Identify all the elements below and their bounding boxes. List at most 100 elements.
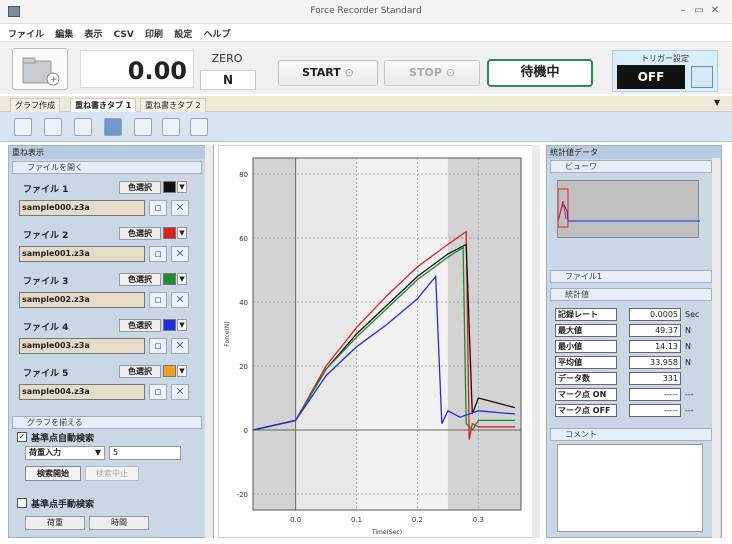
open-folder-button[interactable]: + (12, 48, 68, 90)
file-5-label: ファイル 5 (23, 369, 69, 379)
select-area-icon[interactable] (74, 118, 92, 136)
stat-unit: --- (685, 406, 694, 415)
file-3-label: ファイル 3 (23, 277, 69, 287)
file-2-remove-icon[interactable]: ✕ (171, 246, 189, 262)
file-3-open-icon[interactable]: ▫ (149, 292, 167, 308)
trigger-value[interactable]: OFF (617, 65, 685, 89)
menu-help[interactable]: ヘルプ (203, 27, 230, 40)
stats-panel-scrollbar[interactable] (712, 158, 720, 538)
file-3-color-dropdown[interactable]: ▼ (177, 273, 187, 285)
file-5-name[interactable]: sample004.z3a (19, 384, 145, 400)
overlay-panel: 重ね表示 ファイルを開く ファイル 1 色選択 ▼ sample000.z3a … (8, 145, 214, 538)
open-file-section[interactable]: ファイルを開く (12, 161, 202, 174)
y-tick-label: 40 (239, 299, 248, 307)
file-4-color-button[interactable]: 色選択 (119, 319, 161, 332)
search-start-button[interactable]: 検索開始 (25, 466, 81, 481)
unit-display: N (200, 70, 256, 90)
file-4-color-swatch (163, 319, 176, 331)
menu-view[interactable]: 表示 (84, 27, 102, 40)
file-1-color-dropdown[interactable]: ▼ (177, 181, 187, 193)
y-tick-label: 20 (239, 363, 248, 371)
image-icon[interactable] (190, 118, 208, 136)
window-title: Force Recorder Standard (310, 6, 422, 16)
zero-button[interactable]: ZERO (200, 52, 254, 68)
pan-hand-icon[interactable] (104, 118, 122, 136)
stat-value: 49.37 (629, 324, 681, 337)
start-icon: ⊙ (344, 66, 354, 79)
file1-section[interactable]: ファイル1 (550, 270, 712, 283)
file-3-color-button[interactable]: 色選択 (119, 273, 161, 286)
file-4-name[interactable]: sample003.z3a (19, 338, 145, 354)
file-5-color-dropdown[interactable]: ▼ (177, 365, 187, 377)
col-load-header: 荷重 (25, 516, 85, 530)
menu-file[interactable]: ファイル (8, 27, 44, 40)
tab-overlay-1[interactable]: 重ね書きタブ 1 (70, 98, 137, 112)
file-1-name[interactable]: sample000.z3a (19, 200, 145, 216)
menu-edit[interactable]: 編集 (55, 27, 73, 40)
tab-dropdown-icon[interactable]: ▼ (714, 98, 720, 107)
preview-chart (557, 188, 700, 228)
maximize-icon[interactable]: ▭ (692, 4, 706, 18)
stats-panel: 統計値データ ビューワ ファイル1 統計値 記録レート 0.0005 Sec 最… (546, 145, 722, 538)
trigger-settings-icon[interactable] (691, 66, 713, 88)
svg-text:+: + (50, 75, 58, 85)
y-tick-label: 0 (244, 427, 248, 435)
threshold-input[interactable]: 5 (109, 446, 181, 460)
menu-settings[interactable]: 設定 (174, 27, 192, 40)
file-2-label: ファイル 2 (23, 231, 69, 241)
input-type-select[interactable]: 荷重入力 ▼ (25, 446, 105, 460)
start-label: START (302, 66, 341, 79)
search-stop-button[interactable]: 検索中止 (85, 466, 139, 481)
comment-section[interactable]: コメント (550, 428, 712, 441)
file-5-remove-icon[interactable]: ✕ (171, 384, 189, 400)
file-5-color-button[interactable]: 色選択 (119, 365, 161, 378)
file-3-remove-icon[interactable]: ✕ (171, 292, 189, 308)
col-time-header: 時間 (89, 516, 149, 530)
y-axis-label: Force(N) (224, 321, 231, 346)
auto-detect-checkbox[interactable]: ✓ (17, 432, 27, 442)
y-tick-label: -20 (237, 491, 248, 499)
chart-scrollbar[interactable] (532, 145, 540, 538)
marker-icon[interactable] (162, 118, 180, 136)
file-2-color-button[interactable]: 色選択 (119, 227, 161, 240)
menu-print[interactable]: 印刷 (145, 27, 163, 40)
force-time-chart[interactable]: 0.0 0.1 0.2 0.3 80 60 40 20 0 -20 Time(Sec) Force(N… (219, 146, 541, 539)
file-4-color-dropdown[interactable]: ▼ (177, 319, 187, 331)
comment-textarea[interactable] (557, 444, 703, 532)
stat-value: ----- (629, 388, 681, 401)
file-4-label: ファイル 4 (23, 323, 69, 333)
undo-icon[interactable] (44, 118, 62, 136)
tab-overlay-2[interactable]: 重ね書きタブ 2 (140, 98, 206, 112)
auto-detect-label: 基準点自動検索 (31, 434, 95, 444)
minimize-icon[interactable]: – (676, 4, 690, 18)
file-4-remove-icon[interactable]: ✕ (171, 338, 189, 354)
tab-graph[interactable]: グラフ作成 (10, 98, 60, 112)
stat-unit: N (685, 358, 691, 367)
menu-csv[interactable]: CSV (114, 30, 134, 40)
cursor-icon[interactable] (134, 118, 152, 136)
file-1-color-swatch (163, 181, 176, 193)
preview-section[interactable]: ビューワ (550, 160, 712, 173)
start-button[interactable]: START ⊙ (278, 60, 378, 86)
align-graph-section[interactable]: グラフを揃える (12, 416, 202, 429)
file-2-name[interactable]: sample001.z3a (19, 246, 145, 262)
manual-detect-checkbox[interactable] (17, 498, 27, 508)
file-2-color-dropdown[interactable]: ▼ (177, 227, 187, 239)
file-3-name[interactable]: sample002.z3a (19, 292, 145, 308)
file-2-open-icon[interactable]: ▫ (149, 246, 167, 262)
y-tick-label: 60 (239, 235, 248, 243)
preview-thumbnail[interactable] (557, 180, 700, 238)
file-1-open-icon[interactable]: ▫ (149, 200, 167, 216)
file-4-open-icon[interactable]: ▫ (149, 338, 167, 354)
file-1-remove-icon[interactable]: ✕ (171, 200, 189, 216)
stat-value: 33.958 (629, 356, 681, 369)
file-5-open-icon[interactable]: ▫ (149, 384, 167, 400)
file-1-color-button[interactable]: 色選択 (119, 181, 161, 194)
close-icon[interactable]: ✕ (708, 4, 722, 18)
zoom-icon[interactable] (14, 118, 32, 136)
stop-button[interactable]: STOP ⊙ (384, 60, 480, 86)
overlay-panel-title: 重ね表示 (9, 146, 213, 159)
left-panel-scrollbar[interactable] (205, 145, 213, 538)
chart-area: 0.0 0.1 0.2 0.3 80 60 40 20 0 -20 Time(Sec) Force(N… (218, 145, 540, 538)
stats-section[interactable]: 統計値 (550, 288, 712, 301)
